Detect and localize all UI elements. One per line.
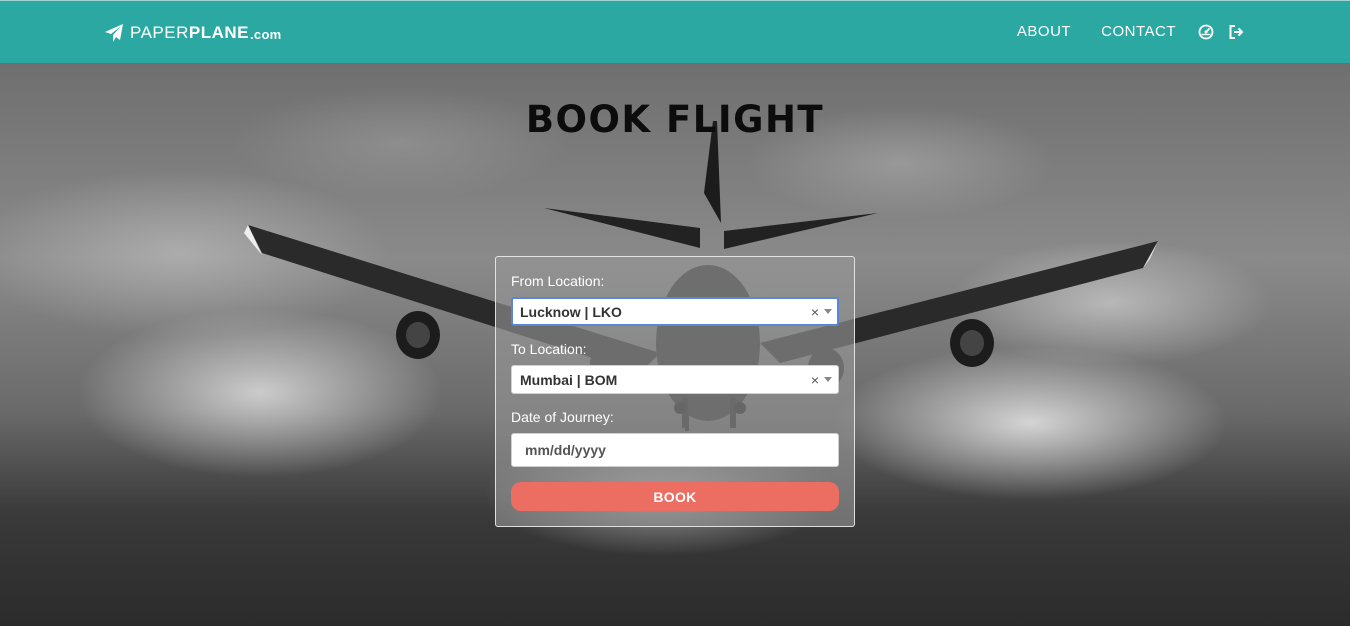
top-navbar: PAPER PLANE .com ABOUT CONTACT: [0, 0, 1350, 63]
brand-name-bold: PLANE: [188, 23, 249, 42]
brand-name-light: PAPER: [130, 23, 189, 42]
chevron-down-icon[interactable]: [824, 377, 832, 382]
brand-tld: .com: [250, 26, 282, 42]
page-title: BOOK FLIGHT: [525, 98, 825, 141]
clear-from-icon[interactable]: ×: [811, 304, 819, 320]
hero-background: BOOK FLIGHT From Location: Lucknow | LKO…: [0, 63, 1350, 626]
clear-to-icon[interactable]: ×: [811, 372, 819, 388]
dashboard-icon[interactable]: [1198, 24, 1214, 40]
book-flight-form: From Location: Lucknow | LKO × To Locati…: [495, 256, 855, 527]
to-location-select[interactable]: Mumbai | BOM ×: [511, 365, 839, 394]
book-button[interactable]: BOOK: [511, 482, 839, 511]
from-location-value: Lucknow | LKO: [520, 304, 622, 320]
to-location-value: Mumbai | BOM: [520, 372, 618, 388]
nav-about-link[interactable]: ABOUT: [1017, 23, 1071, 41]
sign-out-icon[interactable]: [1228, 24, 1244, 40]
paper-plane-icon: [105, 24, 123, 42]
from-location-label: From Location:: [511, 273, 605, 289]
date-of-journey-input[interactable]: [511, 433, 839, 467]
to-location-label: To Location:: [511, 341, 587, 357]
from-location-select[interactable]: Lucknow | LKO ×: [511, 297, 839, 326]
date-of-journey-label: Date of Journey:: [511, 409, 614, 425]
nav-links: ABOUT CONTACT: [987, 23, 1244, 41]
nav-contact-link[interactable]: CONTACT: [1101, 23, 1176, 41]
chevron-down-icon[interactable]: [824, 309, 832, 314]
brand-logo-link[interactable]: PAPER PLANE .com: [104, 19, 282, 47]
